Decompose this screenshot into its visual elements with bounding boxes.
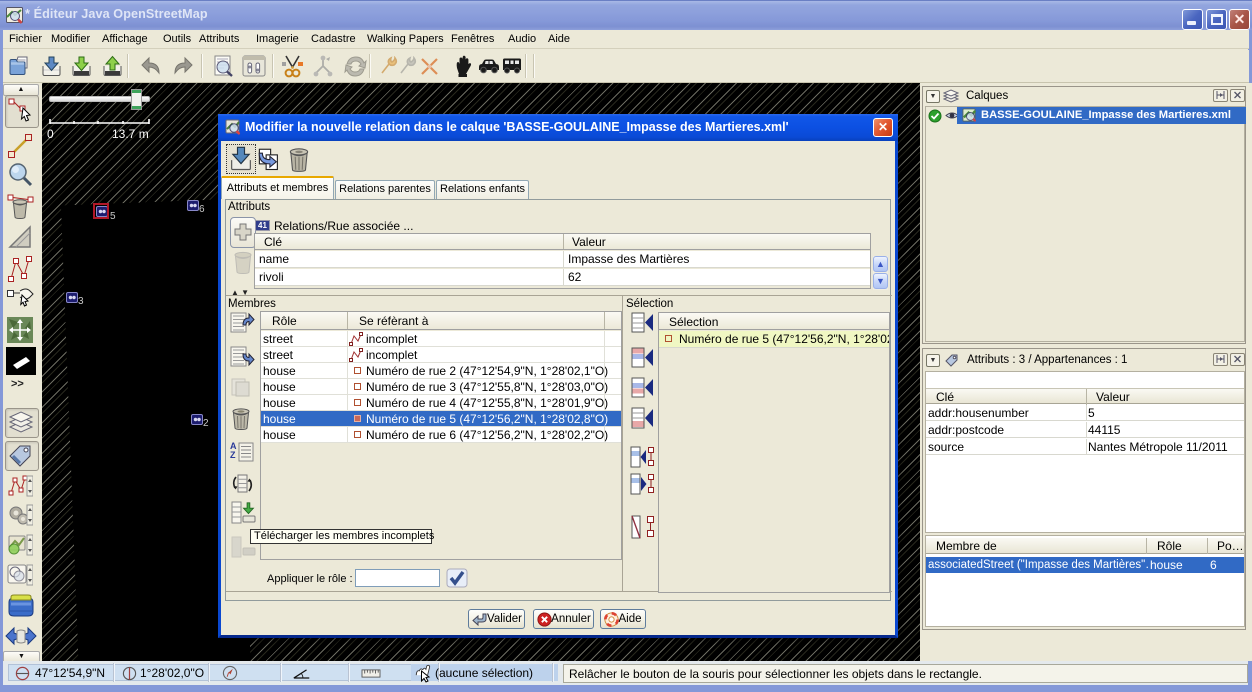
svg-text:0: 0 (47, 127, 54, 141)
svg-text:13.7 m: 13.7 m (112, 127, 149, 141)
